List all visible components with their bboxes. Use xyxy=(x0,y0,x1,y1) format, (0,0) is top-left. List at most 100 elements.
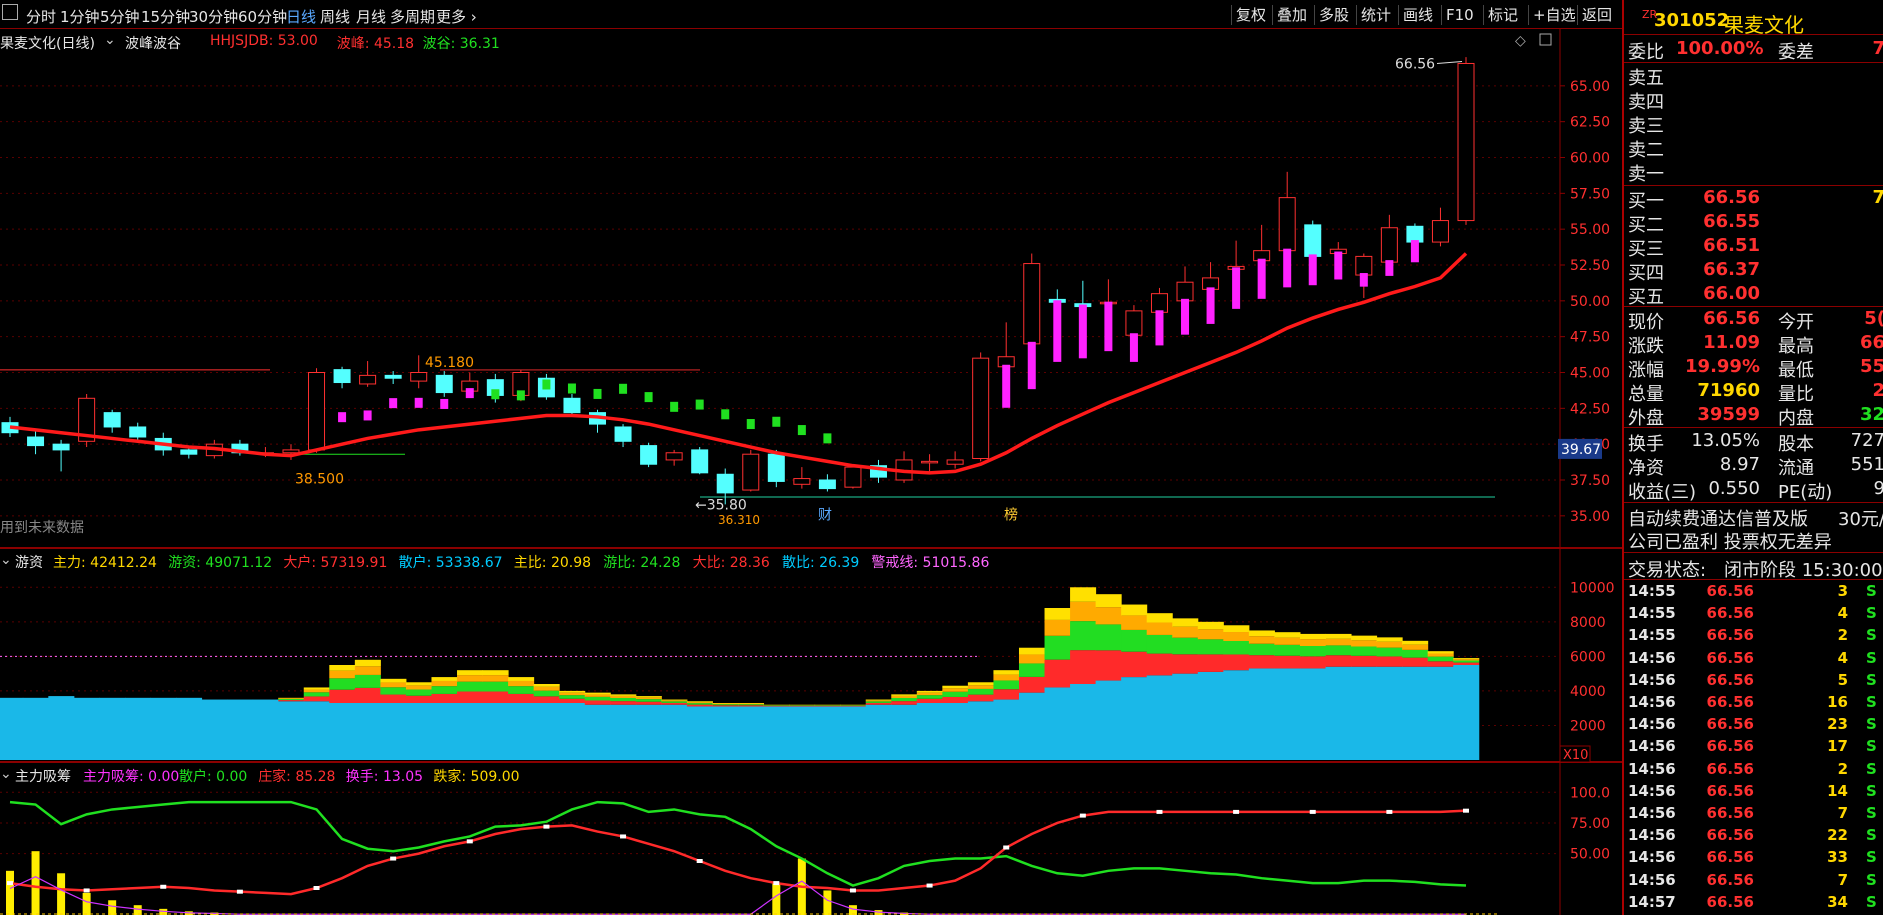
dealer-marker xyxy=(696,859,703,863)
toolbar-button-8[interactable]: 返回 xyxy=(1577,5,1616,25)
pane3-vals-item-0: 主力吸筹: 0.00 xyxy=(83,769,180,785)
stat-label: 涨幅 xyxy=(1628,360,1664,381)
period-tab-2[interactable]: 5分钟 xyxy=(100,6,140,27)
tick-volume: 17 xyxy=(1827,737,1848,756)
tick-side: S xyxy=(1866,693,1877,711)
retail-bar xyxy=(763,706,790,760)
fund-bar-segment xyxy=(1197,629,1224,640)
pane2-vals-item-7: 散比: 26.39 xyxy=(782,555,860,571)
fund-bar-segment xyxy=(1223,654,1250,671)
period-tab-6[interactable]: 日线 xyxy=(286,6,316,27)
candle-body xyxy=(742,453,760,491)
toolbar-button-1[interactable]: 叠加 xyxy=(1272,5,1311,25)
pane2-collapse-icon[interactable]: ⌄ xyxy=(0,552,12,568)
retail-bar xyxy=(1044,687,1071,760)
candle-body xyxy=(921,460,939,464)
tick-side: S xyxy=(1866,604,1877,623)
tick-price: 66.56 xyxy=(1706,826,1754,845)
pane3-bar xyxy=(57,873,66,915)
pane3-bar xyxy=(108,900,117,915)
indicator-name[interactable]: 波峰波谷 xyxy=(125,33,181,53)
candle-body xyxy=(103,412,121,428)
tick-price: 66.56 xyxy=(1706,670,1754,689)
pane3-bar xyxy=(772,883,781,915)
fund-bar-segment xyxy=(329,678,356,690)
fund-bar-segment xyxy=(1223,640,1250,655)
candle-body xyxy=(1380,227,1398,263)
fund-bar-segment xyxy=(278,699,305,701)
indicator-dropdown-icon[interactable]: ⌄ xyxy=(104,32,116,48)
period-tab-3[interactable]: 15分钟 xyxy=(141,6,190,27)
toolbar-button-7[interactable]: +自选 xyxy=(1528,5,1580,25)
buy-row: 买四 66.37 xyxy=(1628,259,1883,284)
candle-body xyxy=(129,426,147,438)
period-tab-5[interactable]: 60分钟 xyxy=(238,6,287,27)
fund-bar-segment xyxy=(763,705,790,706)
retail-bar xyxy=(942,703,969,760)
tick-volume: 14 xyxy=(1827,781,1848,800)
tick-price: 66.56 xyxy=(1706,715,1754,734)
fund-bar-segment xyxy=(431,686,458,694)
candle-body xyxy=(844,466,862,488)
period-tab-0[interactable]: 分时 xyxy=(26,6,56,27)
fund-bar-segment xyxy=(1376,647,1403,657)
pane2-name[interactable]: 游资 xyxy=(15,552,43,572)
fund-bar-segment xyxy=(1402,649,1429,658)
toolbar-button-4[interactable]: 画线 xyxy=(1398,5,1437,25)
tick-price: 66.56 xyxy=(1706,604,1754,623)
retail-bar xyxy=(354,703,381,760)
tick-row: 14:56 66.56 7 S xyxy=(1628,871,1883,893)
toolbar-button-3[interactable]: 统计 xyxy=(1356,5,1395,25)
pane3-name[interactable]: 主力吸筹 xyxy=(15,766,71,786)
retail-bar xyxy=(278,701,305,760)
fund-bar-segment xyxy=(814,705,841,707)
period-tab-1[interactable]: 1分钟 xyxy=(60,6,100,27)
pane3-collapse-icon[interactable]: ⌄ xyxy=(0,766,12,782)
toolbar-button-5[interactable]: F10 xyxy=(1441,5,1478,25)
buy-row: 买一 66.56 7 xyxy=(1628,187,1883,212)
retail-bar xyxy=(712,706,739,760)
candle-body xyxy=(691,449,709,474)
fund-bar-segment xyxy=(1351,646,1378,656)
toolbar-button-2[interactable]: 多股 xyxy=(1314,5,1353,25)
retail-bar xyxy=(533,703,560,760)
period-tab-7[interactable]: 周线 xyxy=(320,6,350,27)
fund-bar-segment xyxy=(1146,622,1173,635)
period-tab-10[interactable]: 更多 › xyxy=(436,6,477,27)
tick-price: 66.56 xyxy=(1706,648,1754,667)
fund-bar-segment xyxy=(712,703,739,704)
period-tab-4[interactable]: 30分钟 xyxy=(189,6,238,27)
period-tab-9[interactable]: 多周期 xyxy=(390,6,435,27)
tick-volume: 33 xyxy=(1827,848,1848,867)
signal-mark xyxy=(1155,310,1164,346)
fund-bar-segment xyxy=(405,685,432,690)
fund-bar-segment xyxy=(1427,656,1454,662)
candle-body xyxy=(972,357,990,459)
fund-bar-segment xyxy=(891,694,918,696)
sell-level-label: 卖一 xyxy=(1628,164,1664,185)
signal-mark xyxy=(1078,304,1087,359)
toolbar-button-6[interactable]: 标记 xyxy=(1483,5,1522,25)
current-price-label: 39.67 xyxy=(1561,442,1601,458)
fund-bar-segment xyxy=(329,689,356,703)
stat-label-2: 今开 xyxy=(1778,312,1814,333)
fund-value: 8.97 xyxy=(1719,454,1760,475)
y-axis-label: 52.50 xyxy=(1570,258,1610,274)
tick-side: S xyxy=(1866,582,1877,600)
buy-level-label: 买三 xyxy=(1628,239,1664,260)
fund-bar-segment xyxy=(1325,645,1352,656)
stat-label-2: 最低 xyxy=(1778,360,1814,381)
signal-mark xyxy=(491,389,500,400)
fund-bar-segment xyxy=(354,687,381,703)
tick-time: 14:56 xyxy=(1628,693,1676,711)
pane3-vals-item-4: 跌家: 509.00 xyxy=(433,769,520,785)
toolbar-menu-icon[interactable] xyxy=(2,4,18,20)
toolbar-button-0[interactable]: 复权 xyxy=(1231,5,1270,25)
retail-bar xyxy=(508,703,535,760)
tick-row: 14:55 66.56 2 S xyxy=(1628,626,1883,648)
stat-value-2: 5( xyxy=(1864,308,1883,329)
fund-bar-segment xyxy=(1402,640,1429,645)
period-tab-8[interactable]: 月线 xyxy=(356,6,386,27)
buy-row: 买五 66.00 xyxy=(1628,283,1883,308)
buy-level-label: 买四 xyxy=(1628,263,1664,284)
